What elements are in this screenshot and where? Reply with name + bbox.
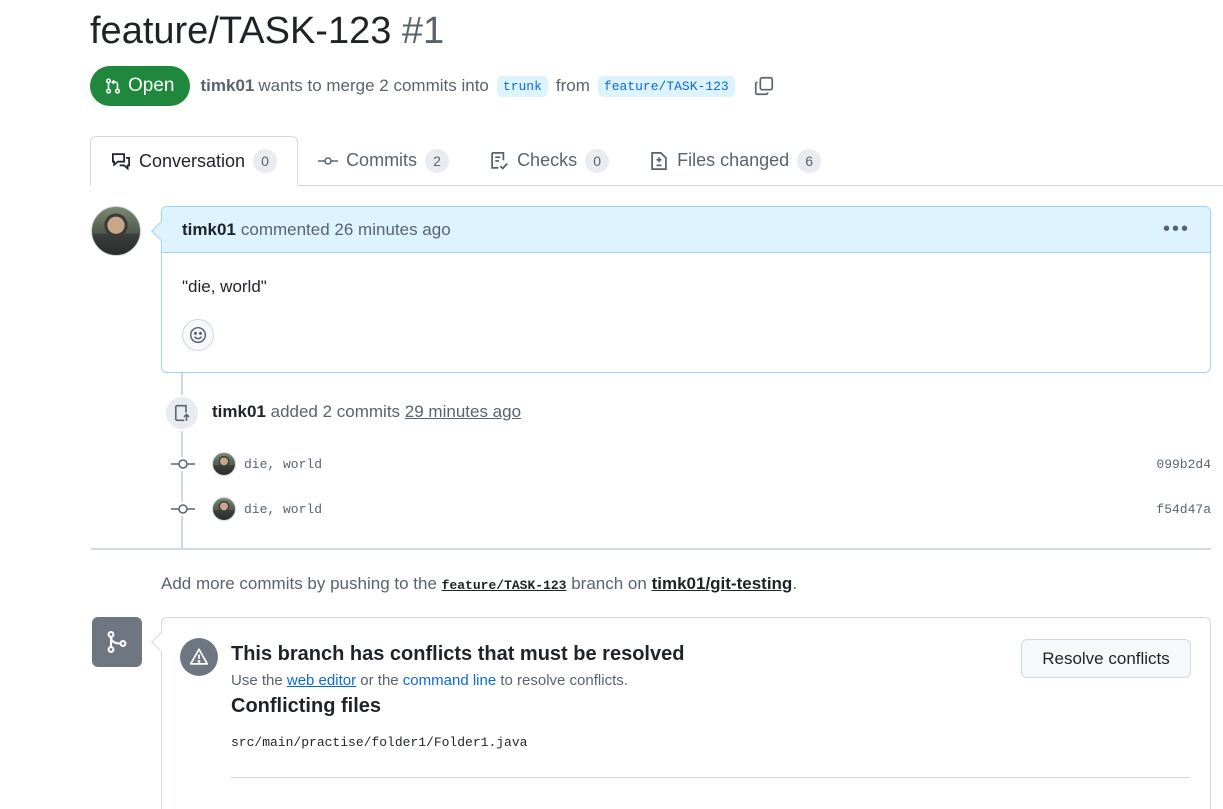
- tab-counter: 0: [253, 149, 278, 173]
- push-note-branch[interactable]: feature/TASK-123: [442, 578, 567, 593]
- commit-row: die, world f54d47a: [170, 494, 1211, 524]
- smiley-icon: [189, 326, 207, 344]
- tab-counter: 2: [425, 148, 450, 173]
- web-editor-link[interactable]: web editor: [287, 672, 356, 689]
- merge-box: This branch has conflicts that must be r…: [151, 617, 1211, 809]
- tab-label: Files changed: [677, 150, 790, 170]
- pr-title-line: feature/TASK-123 #1: [90, 10, 444, 53]
- comment-box: timk01 commented 26 minutes ago ••• "die…: [151, 206, 1211, 373]
- git-merge-icon: [92, 617, 142, 667]
- tab-counter: 0: [585, 148, 610, 173]
- resolve-conflicts-button[interactable]: Resolve conflicts: [1021, 639, 1191, 678]
- checklist-icon: [491, 151, 508, 170]
- event-time[interactable]: 29 minutes ago: [405, 402, 521, 421]
- avatar[interactable]: [91, 206, 141, 256]
- commit-author-avatar[interactable]: [212, 452, 236, 476]
- timeline-divider: [91, 548, 1211, 550]
- merge-box-pointer: [151, 632, 171, 652]
- push-note: Add more commits by pushing to the featu…: [161, 574, 797, 594]
- tab-files-changed[interactable]: Files changed 6: [629, 136, 841, 185]
- alert-icon: [180, 638, 218, 676]
- kebab-menu-icon[interactable]: •••: [1163, 218, 1190, 241]
- conflict-title: This branch has conflicts that must be r…: [231, 643, 685, 665]
- comment-header: timk01 commented 26 minutes ago •••: [162, 207, 1210, 253]
- commits-added-event: timk01 added 2 commits 29 minutes ago: [212, 402, 521, 422]
- comment-body: "die, world": [182, 277, 267, 296]
- tab-conversation[interactable]: Conversation 0: [90, 136, 299, 186]
- pr-title: feature/TASK-123: [90, 10, 392, 52]
- conflict-sub-suffix: to resolve conflicts.: [500, 672, 628, 689]
- commit-row: die, world 099b2d4: [170, 449, 1211, 479]
- state-badge: Open: [90, 66, 191, 106]
- copy-icon[interactable]: [753, 75, 775, 97]
- push-note-repo[interactable]: timk01/git-testing: [652, 574, 793, 593]
- conflict-sub-middle: or the: [360, 672, 399, 689]
- comment-author[interactable]: timk01: [182, 220, 236, 240]
- conflicting-file: src/main/practise/folder1/Folder1.java: [231, 735, 528, 750]
- commit-message[interactable]: die, world: [244, 457, 322, 472]
- push-note-suffix: .: [792, 574, 798, 593]
- add-reaction-button[interactable]: [182, 319, 214, 351]
- merge-text: wants to merge 2 commits into: [258, 76, 489, 95]
- git-pull-request-icon: [105, 78, 121, 94]
- conflict-sub-prefix: Use the: [231, 672, 283, 689]
- commit-sha[interactable]: 099b2d4: [1156, 457, 1211, 472]
- command-line-link[interactable]: command line: [403, 672, 496, 689]
- conflict-subtitle: Use the web editor or the command line t…: [231, 672, 628, 689]
- comment-timestamp: commented 26 minutes ago: [240, 219, 451, 239]
- tab-label: Conversation: [139, 150, 246, 171]
- pr-number: #1: [401, 10, 445, 52]
- event-action: added 2 commits: [270, 402, 401, 421]
- merge-summary: timk01 wants to merge 2 commits into tru…: [200, 75, 774, 97]
- git-commit-icon: [170, 457, 196, 471]
- file-diff-icon: [651, 151, 667, 170]
- conflicting-files-heading: Conflicting files: [231, 695, 381, 717]
- head-branch[interactable]: feature/TASK-123: [597, 75, 735, 97]
- pr-tabs: Conversation 0 Commits 2 Checks 0 Files …: [90, 136, 1223, 186]
- tab-counter: 6: [797, 148, 822, 173]
- files-divider: [231, 777, 1190, 778]
- git-commit-icon: [170, 502, 196, 516]
- push-note-prefix: Add more commits by pushing to the: [161, 574, 437, 593]
- push-note-middle: branch on: [571, 574, 647, 593]
- tab-label: Commits: [346, 150, 418, 170]
- event-author[interactable]: timk01: [212, 402, 266, 421]
- tab-commits[interactable]: Commits 2: [298, 136, 469, 185]
- git-commit-icon: [318, 156, 339, 165]
- commit-sha[interactable]: f54d47a: [1156, 502, 1211, 517]
- commit-message[interactable]: die, world: [244, 502, 322, 517]
- tab-checks[interactable]: Checks 0: [469, 136, 629, 185]
- state-label: Open: [128, 75, 175, 96]
- repo-push-icon: [164, 395, 200, 431]
- pr-meta: Open timk01 wants to merge 2 commits int…: [90, 66, 775, 106]
- pr-author-link[interactable]: timk01: [200, 76, 254, 96]
- comment-discussion-icon: [112, 153, 130, 171]
- commit-author-avatar[interactable]: [212, 497, 236, 521]
- tab-label: Checks: [517, 150, 578, 170]
- base-branch[interactable]: trunk: [496, 75, 548, 97]
- from-text: from: [555, 76, 590, 95]
